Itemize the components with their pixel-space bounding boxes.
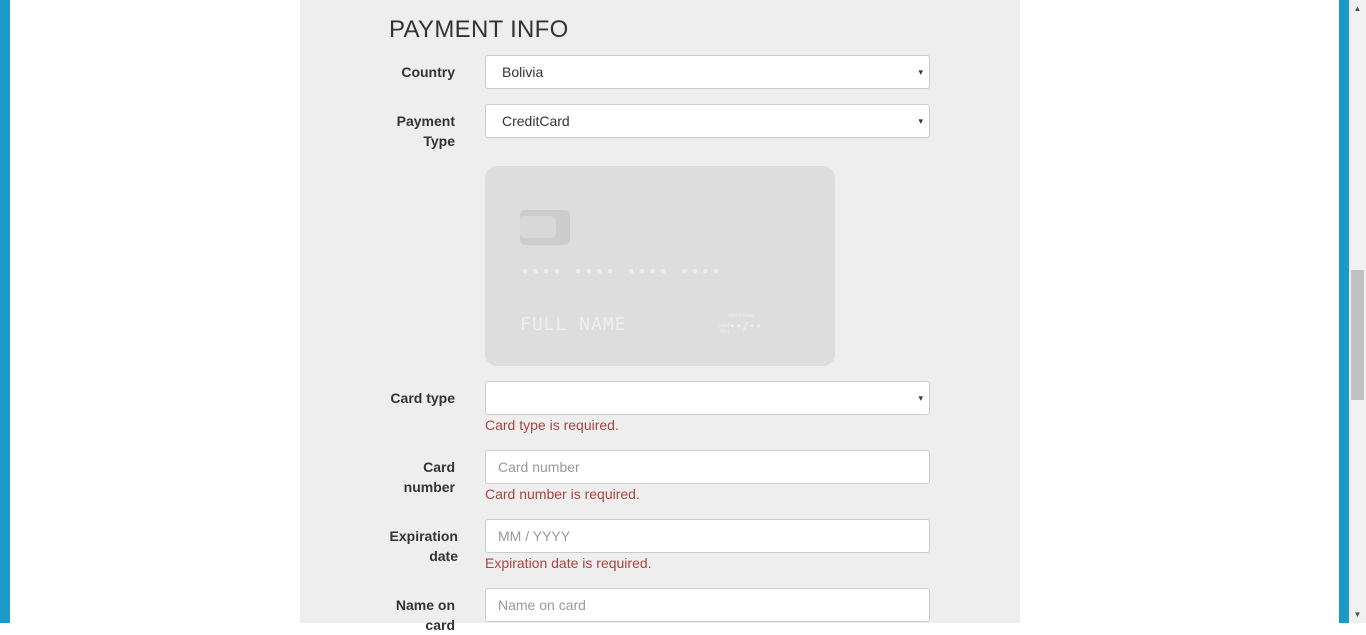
expiration-date-error: Expiration date is required. bbox=[485, 555, 652, 571]
payment-type-select-value: CreditCard bbox=[502, 113, 570, 129]
credit-card-preview: •••• •••• •••• •••• FULL NAME valid thru… bbox=[485, 166, 835, 366]
card-number-input[interactable] bbox=[485, 450, 930, 484]
card-preview-expiry: ••/•• bbox=[729, 320, 763, 333]
card-preview-name: FULL NAME bbox=[520, 314, 627, 335]
section-title: PAYMENT INFO bbox=[389, 16, 569, 43]
card-preview-valid-thru: valid thru bbox=[718, 323, 729, 335]
payment-type-label: Payment Type bbox=[335, 111, 455, 151]
chevron-down-icon: ▾ bbox=[918, 67, 923, 77]
card-chip-icon bbox=[520, 210, 570, 245]
name-on-card-label: Name on card bbox=[335, 595, 455, 635]
card-number-error: Card number is required. bbox=[485, 486, 640, 502]
scrollbar-thumb[interactable] bbox=[1351, 270, 1364, 400]
vertical-scrollbar[interactable]: ▲ ▼ bbox=[1349, 0, 1366, 623]
scroll-up-icon[interactable]: ▲ bbox=[1349, 0, 1366, 17]
payment-type-select[interactable]: CreditCard ▾ bbox=[485, 104, 930, 138]
expiration-date-input[interactable] bbox=[485, 519, 930, 553]
name-on-card-input[interactable] bbox=[485, 588, 930, 622]
country-select-value: Bolivia bbox=[502, 64, 544, 80]
card-type-error: Card type is required. bbox=[485, 417, 619, 433]
card-number-label-text: Card number bbox=[403, 459, 455, 495]
chevron-down-icon: ▾ bbox=[918, 116, 923, 126]
left-edge-bar bbox=[0, 0, 10, 623]
card-preview-number: •••• •••• •••• •••• bbox=[520, 262, 723, 281]
card-type-label: Card type bbox=[390, 390, 455, 406]
right-edge-bar bbox=[1339, 0, 1349, 623]
country-label: Country bbox=[401, 64, 455, 80]
card-number-label: Card number bbox=[335, 457, 455, 497]
name-on-card-label-text: Name on card bbox=[395, 597, 455, 633]
card-type-select[interactable]: ▾ bbox=[485, 381, 930, 415]
chevron-down-icon: ▾ bbox=[918, 393, 923, 403]
country-select[interactable]: Bolivia ▾ bbox=[485, 55, 930, 89]
expiration-date-label: Expiration date bbox=[338, 526, 458, 566]
payment-type-label-text: Payment Type bbox=[396, 113, 455, 149]
expiration-date-label-text: Expiration date bbox=[389, 528, 458, 564]
scroll-down-icon[interactable]: ▼ bbox=[1349, 606, 1366, 623]
card-preview-month-year: month/year bbox=[729, 313, 755, 319]
